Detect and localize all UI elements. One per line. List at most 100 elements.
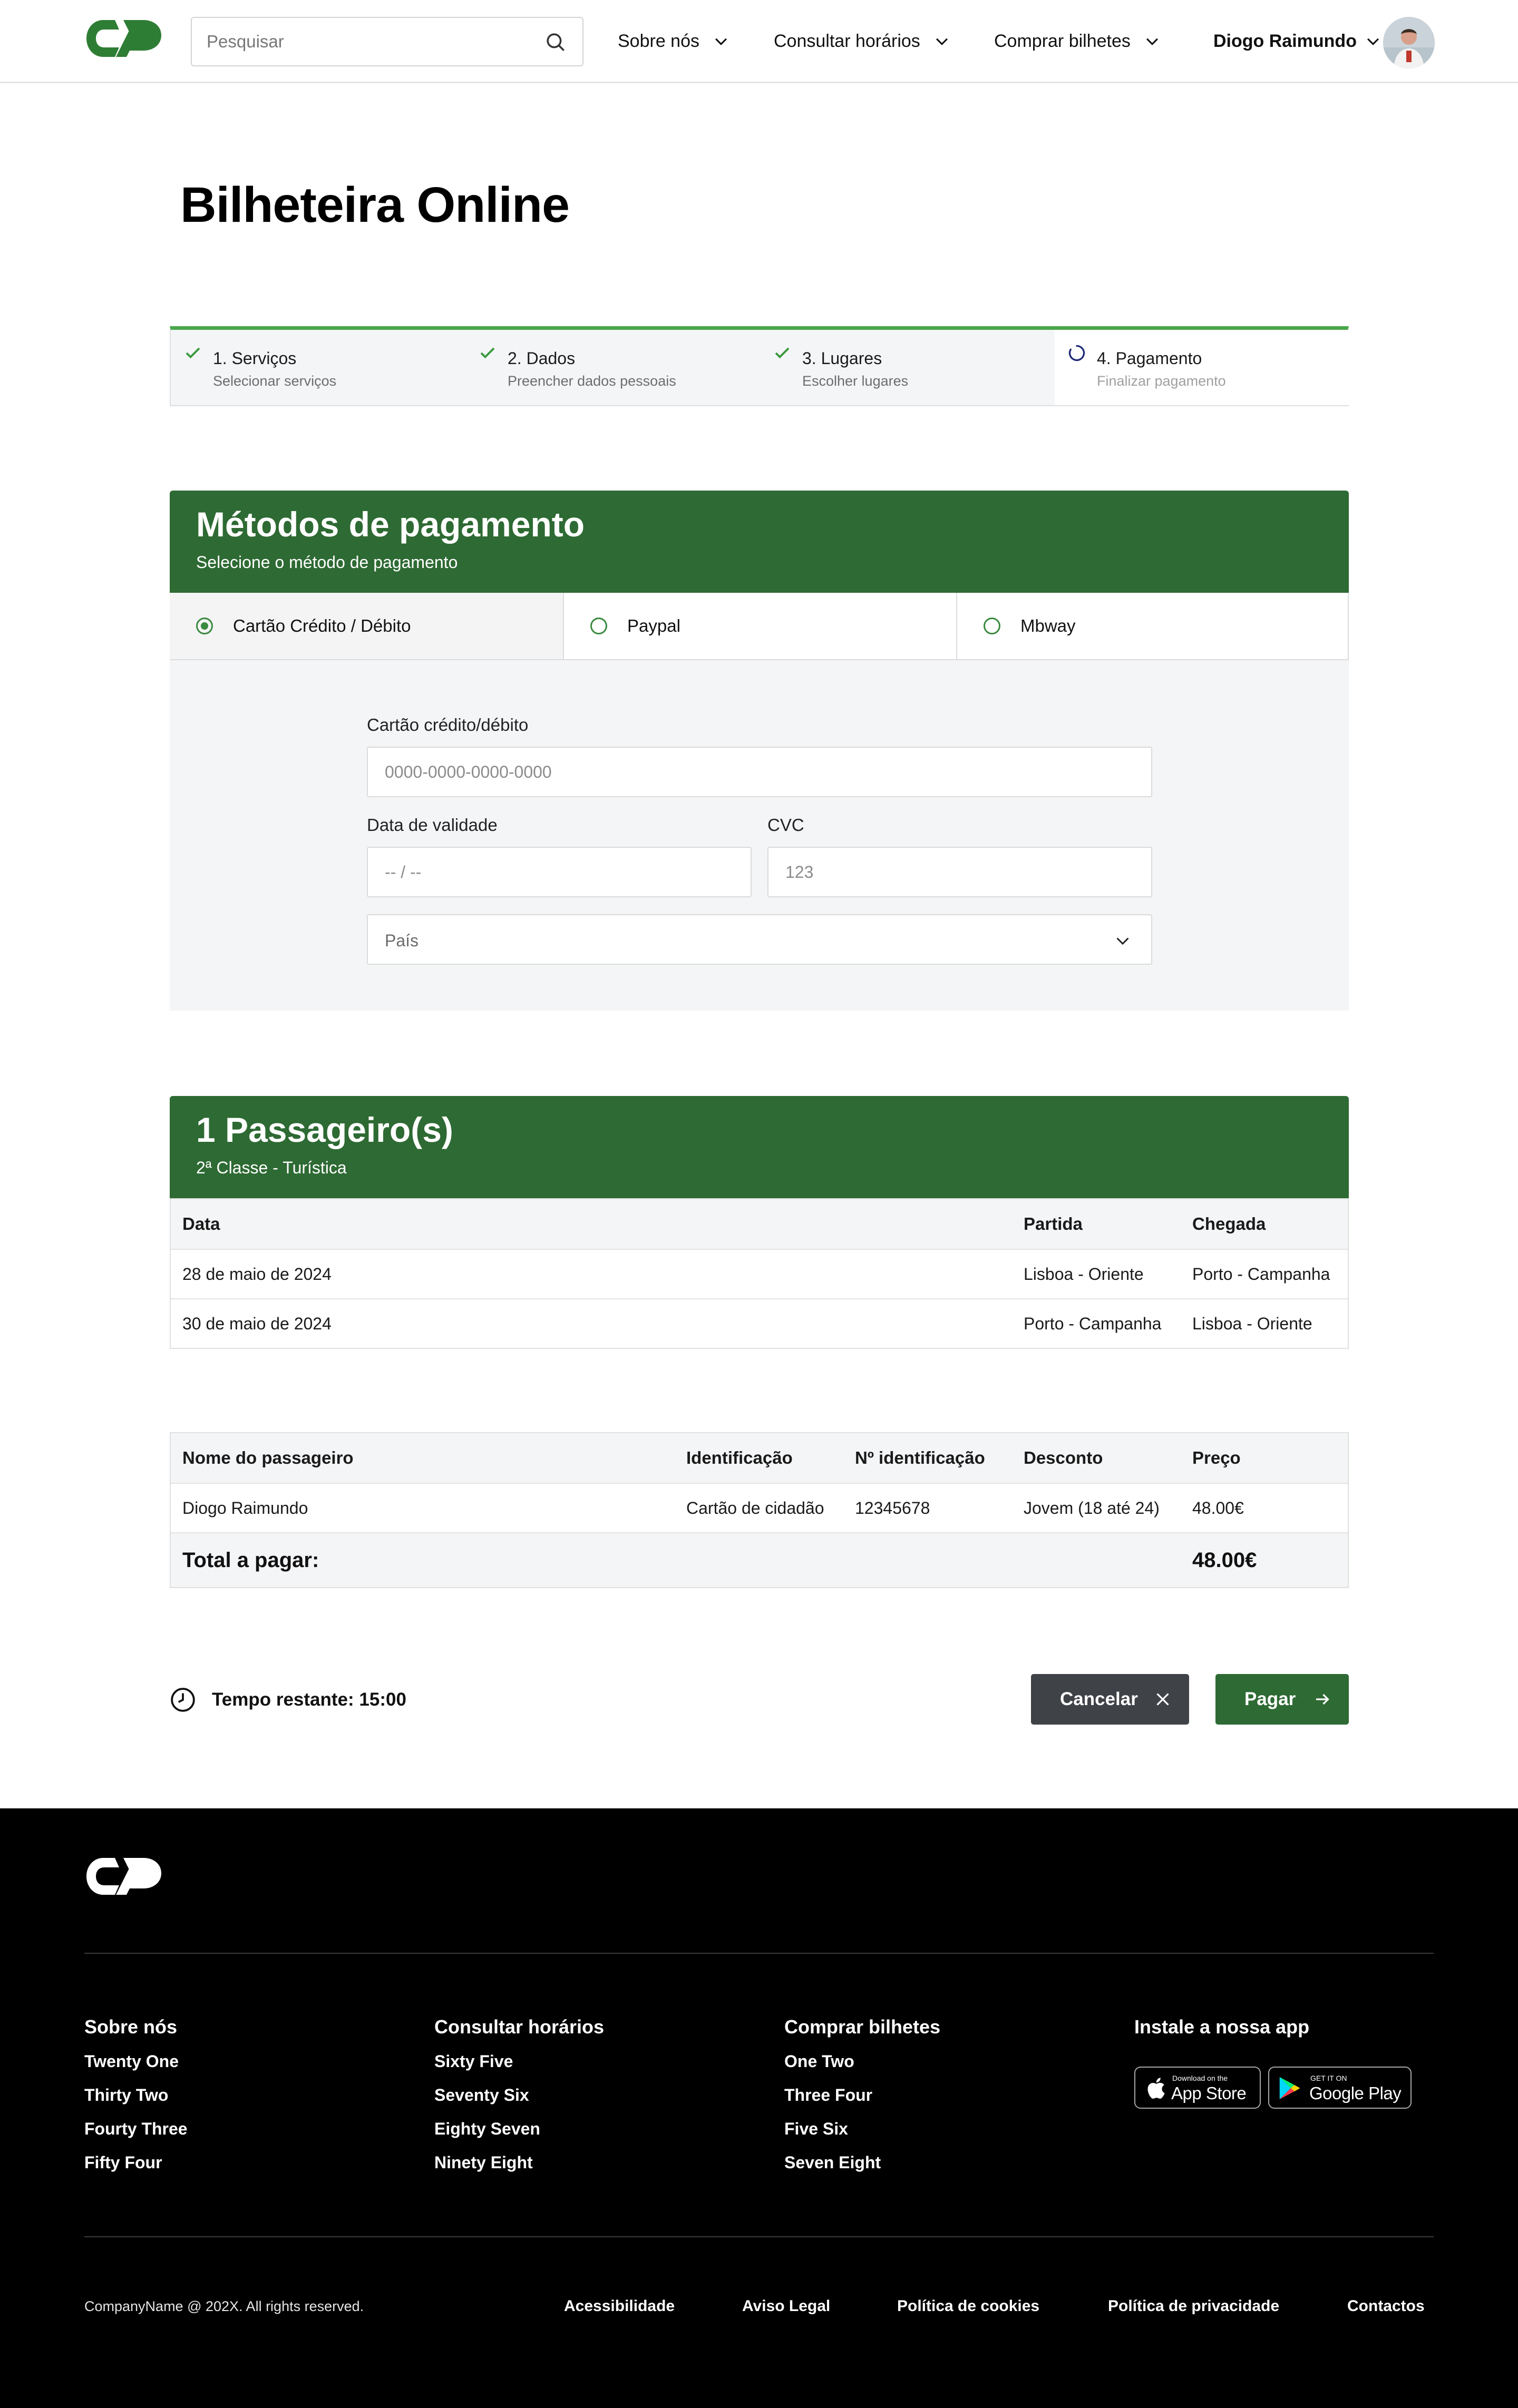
- footer-column-title: Sobre nós: [84, 2016, 178, 2038]
- column-header: Data: [182, 1214, 220, 1234]
- radio-selected[interactable]: [196, 618, 213, 634]
- passengers-header: 1 Passageiro(s) 2ª Classe - Turística: [170, 1096, 1349, 1198]
- footer-divider: [84, 2236, 1434, 2237]
- id-number: 12345678: [855, 1498, 930, 1518]
- step-pagamento[interactable]: 4. Pagamento Finalizar pagamento: [1055, 330, 1349, 405]
- footer-link[interactable]: One Two: [784, 2052, 940, 2076]
- footer-link[interactable]: Sixty Five: [434, 2052, 604, 2076]
- total-value: 48.00€: [1192, 1548, 1257, 1572]
- legal-link-contactos[interactable]: Contactos: [1347, 2297, 1425, 2315]
- footer-link[interactable]: Three Four: [784, 2086, 940, 2110]
- step-subtitle: Escolher lugares: [802, 373, 909, 389]
- footer-link[interactable]: Five Six: [784, 2119, 940, 2143]
- discount: Jovem (18 até 24): [1024, 1498, 1160, 1518]
- nav-sobre-nos-label: Sobre nós: [618, 31, 699, 51]
- cvc-field[interactable]: [767, 847, 1152, 897]
- chevron-down-icon: [1367, 38, 1379, 45]
- step-title: 2. Dados: [508, 349, 576, 368]
- column-header: Nome do passageiro: [182, 1448, 354, 1467]
- footer-link[interactable]: Ninety Eight: [434, 2153, 604, 2177]
- chevron-down-icon: [1116, 937, 1129, 945]
- method-mbway[interactable]: Mbway: [956, 593, 1349, 659]
- expiry-input[interactable]: [368, 848, 751, 896]
- cp-logo[interactable]: [84, 17, 163, 60]
- footer-link[interactable]: Seven Eight: [784, 2153, 940, 2177]
- pay-button[interactable]: Pagar: [1215, 1674, 1349, 1725]
- user-name: Diogo Raimundo: [1213, 31, 1357, 51]
- user-menu[interactable]: Diogo Raimundo: [1213, 27, 1382, 55]
- nav-sobre-nos[interactable]: Sobre nós: [618, 27, 730, 55]
- radio-unselected[interactable]: [984, 618, 1000, 634]
- arrow-right-icon: [1316, 1694, 1329, 1705]
- legal-link-privacidade[interactable]: Política de privacidade: [1108, 2297, 1279, 2315]
- footer: Sobre nós Twenty One Thirty Two Fourty T…: [0, 1808, 1518, 2408]
- cvc-label: CVC: [767, 815, 804, 835]
- passenger-name: Diogo Raimundo: [182, 1498, 308, 1518]
- search-input[interactable]: [207, 18, 533, 65]
- app-store-small-text: Download on the: [1172, 2074, 1228, 2082]
- copyright: CompanyName @ 202X. All rights reserved.: [84, 2298, 364, 2314]
- step-subtitle: Finalizar pagamento: [1097, 373, 1226, 389]
- card-number-input[interactable]: [368, 748, 1151, 796]
- card-form: Cartão crédito/débito Data de validade C…: [170, 660, 1349, 1011]
- table-header-row: Nome do passageiro Identificação Nº iden…: [171, 1433, 1348, 1484]
- app-store-text: App Store: [1171, 2083, 1247, 2103]
- legal-link-cookies[interactable]: Política de cookies: [897, 2297, 1039, 2315]
- cvc-input[interactable]: [768, 848, 1151, 896]
- radio-unselected[interactable]: [590, 618, 607, 634]
- legal-link-aviso-legal[interactable]: Aviso Legal: [742, 2297, 830, 2315]
- step-dados[interactable]: 2. Dados Preencher dados pessoais: [465, 330, 760, 405]
- footer-divider: [84, 1953, 1434, 1954]
- price: 48.00€: [1192, 1498, 1244, 1518]
- column-header: Desconto: [1024, 1448, 1103, 1467]
- close-icon: [1156, 1693, 1169, 1706]
- footer-link[interactable]: Thirty Two: [84, 2086, 188, 2110]
- table-header-row: Data Partida Chegada: [171, 1199, 1348, 1250]
- method-paypal[interactable]: Paypal: [563, 593, 956, 659]
- cancel-button[interactable]: Cancelar: [1031, 1674, 1189, 1725]
- passengers-subtitle: 2ª Classe - Turística: [196, 1158, 347, 1177]
- trip-date: 28 de maio de 2024: [182, 1264, 332, 1284]
- card-number-field[interactable]: [367, 747, 1152, 797]
- trip-departure: Porto - Campanha: [1024, 1314, 1162, 1333]
- search-icon[interactable]: [544, 31, 567, 53]
- expiry-label: Data de validade: [367, 815, 498, 835]
- top-header: Sobre nós Consultar horários Comprar bil…: [0, 0, 1518, 83]
- check-icon: [186, 347, 200, 359]
- id-type: Cartão de cidadão: [686, 1498, 824, 1518]
- check-icon: [775, 347, 790, 359]
- footer-link[interactable]: Seventy Six: [434, 2086, 604, 2110]
- nav-consultar-horarios[interactable]: Consultar horários: [774, 27, 951, 55]
- trip-date: 30 de maio de 2024: [182, 1314, 332, 1333]
- pay-button-label: Pagar: [1244, 1689, 1296, 1709]
- time-remaining-text: Tempo restante: 15:00: [212, 1689, 406, 1710]
- step-servicos[interactable]: 1. Serviços Selecionar serviços: [171, 330, 465, 405]
- payment-methods-title: Métodos de pagamento: [196, 505, 585, 544]
- expiry-field[interactable]: [367, 847, 752, 897]
- step-lugares[interactable]: 3. Lugares Escolher lugares: [760, 330, 1055, 405]
- in-progress-icon: [1068, 345, 1085, 361]
- legal-link-acessibilidade[interactable]: Acessibilidade: [564, 2297, 675, 2315]
- footer-column-title: Instale a nossa app: [1134, 2016, 1310, 2038]
- google-play-badge[interactable]: GET IT ON Google Play: [1268, 2067, 1412, 2109]
- google-play-icon: [1279, 2077, 1300, 2099]
- search-box[interactable]: [191, 17, 583, 66]
- trip-arrival: Lisboa - Oriente: [1192, 1314, 1312, 1333]
- footer-link[interactable]: Twenty One: [84, 2052, 188, 2076]
- footer-column-app: Instale a nossa app: [1134, 2016, 1309, 2042]
- cp-logo[interactable]: [84, 1855, 163, 1898]
- nav-comprar-bilhetes[interactable]: Comprar bilhetes: [994, 27, 1161, 55]
- avatar[interactable]: [1383, 17, 1435, 68]
- footer-link[interactable]: Fourty Three: [84, 2119, 188, 2143]
- footer-column-consultar-horarios: Consultar horários Sixty Five Seventy Si…: [434, 2016, 604, 2177]
- method-card[interactable]: Cartão Crédito / Débito: [170, 593, 563, 659]
- method-mbway-label: Mbway: [1020, 616, 1076, 635]
- country-select[interactable]: País: [367, 914, 1152, 965]
- app-store-badge[interactable]: Download on the App Store: [1134, 2067, 1261, 2109]
- footer-link[interactable]: Eighty Seven: [434, 2119, 604, 2143]
- footer-column-title: Consultar horários: [434, 2016, 605, 2038]
- column-header: Chegada: [1192, 1214, 1266, 1234]
- column-header: Identificação: [686, 1448, 793, 1467]
- footer-column-comprar-bilhetes: Comprar bilhetes One Two Three Four Five…: [784, 2016, 940, 2177]
- footer-link[interactable]: Fifty Four: [84, 2153, 188, 2177]
